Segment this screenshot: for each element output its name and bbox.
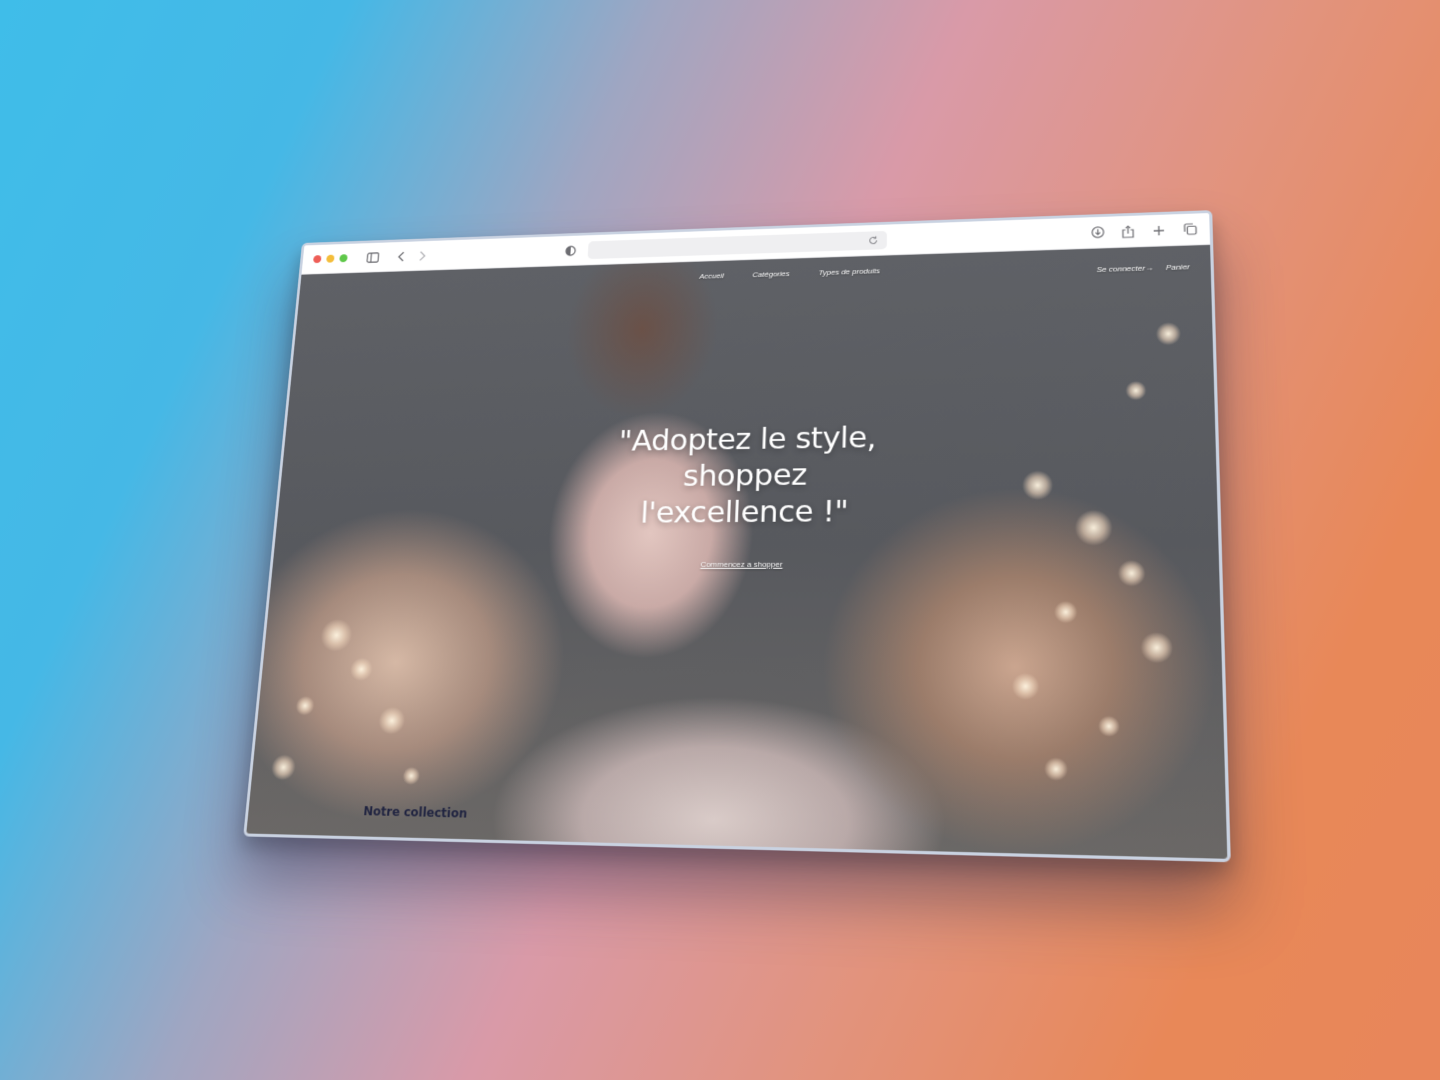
new-tab-icon[interactable] <box>1149 221 1168 238</box>
scene: Accueil Catégories Types de produits Se … <box>0 0 1440 1080</box>
window-controls <box>313 254 348 263</box>
sequin-highlight <box>1074 509 1113 545</box>
sidebar-icon[interactable] <box>364 249 381 265</box>
reload-icon[interactable] <box>864 232 882 249</box>
hero-section: "Adoptez le style, shoppez l'excellence … <box>604 419 885 571</box>
sequin-highlight <box>270 754 297 780</box>
sequin-highlight <box>1156 322 1182 346</box>
tabs-overview-icon[interactable] <box>1180 220 1199 237</box>
cart-link[interactable]: Panier <box>1166 263 1190 272</box>
sequin-highlight <box>1022 470 1053 500</box>
download-icon[interactable] <box>1088 224 1107 241</box>
sequin-highlight <box>1125 381 1146 401</box>
share-icon[interactable] <box>1119 223 1138 240</box>
hero-title: "Adoptez le style, shoppez l'excellence … <box>606 419 885 531</box>
nav-link-types-produits[interactable]: Types de produits <box>818 267 880 277</box>
shop-now-link[interactable]: Commencez a shopper <box>700 560 782 569</box>
minimize-window-button[interactable] <box>326 255 335 263</box>
zoom-window-button[interactable] <box>339 254 348 262</box>
account-nav: Se connecter→ Panier <box>1097 263 1190 274</box>
page-viewport: Accueil Catégories Types de produits Se … <box>246 245 1228 862</box>
shield-icon[interactable] <box>562 242 579 258</box>
browser-window: Accueil Catégories Types de produits Se … <box>243 210 1231 862</box>
sequin-highlight <box>319 619 353 652</box>
sequin-highlight <box>378 707 407 735</box>
sequin-highlight <box>1140 632 1173 664</box>
sequin-highlight <box>402 767 421 785</box>
nav-link-categories[interactable]: Catégories <box>752 270 789 279</box>
sequin-highlight <box>1044 757 1068 781</box>
forward-icon[interactable] <box>414 247 431 263</box>
login-link[interactable]: Se connecter→ <box>1097 264 1154 274</box>
address-bar[interactable] <box>588 230 887 258</box>
nav-link-accueil[interactable]: Accueil <box>699 272 724 281</box>
sequin-highlight <box>1012 673 1040 700</box>
toolbar-right <box>1088 220 1199 241</box>
sequin-highlight <box>1098 715 1120 737</box>
sequin-highlight <box>295 696 315 716</box>
collection-heading: Notre collection <box>363 804 468 821</box>
back-icon[interactable] <box>393 248 410 264</box>
sequin-highlight <box>1117 560 1145 587</box>
sequin-highlight <box>1054 601 1078 624</box>
close-window-button[interactable] <box>313 255 322 263</box>
sequin-highlight <box>349 658 373 682</box>
main-nav: Accueil Catégories Types de produits <box>699 267 880 281</box>
